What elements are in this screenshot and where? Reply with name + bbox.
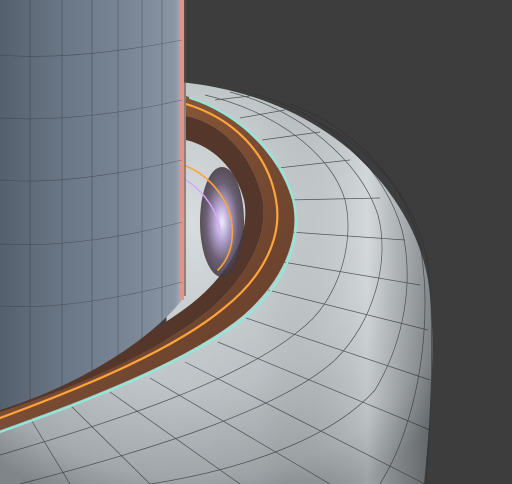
3d-viewport[interactable] bbox=[0, 0, 512, 484]
scene-render[interactable] bbox=[0, 0, 512, 484]
hole-interior bbox=[200, 167, 244, 277]
